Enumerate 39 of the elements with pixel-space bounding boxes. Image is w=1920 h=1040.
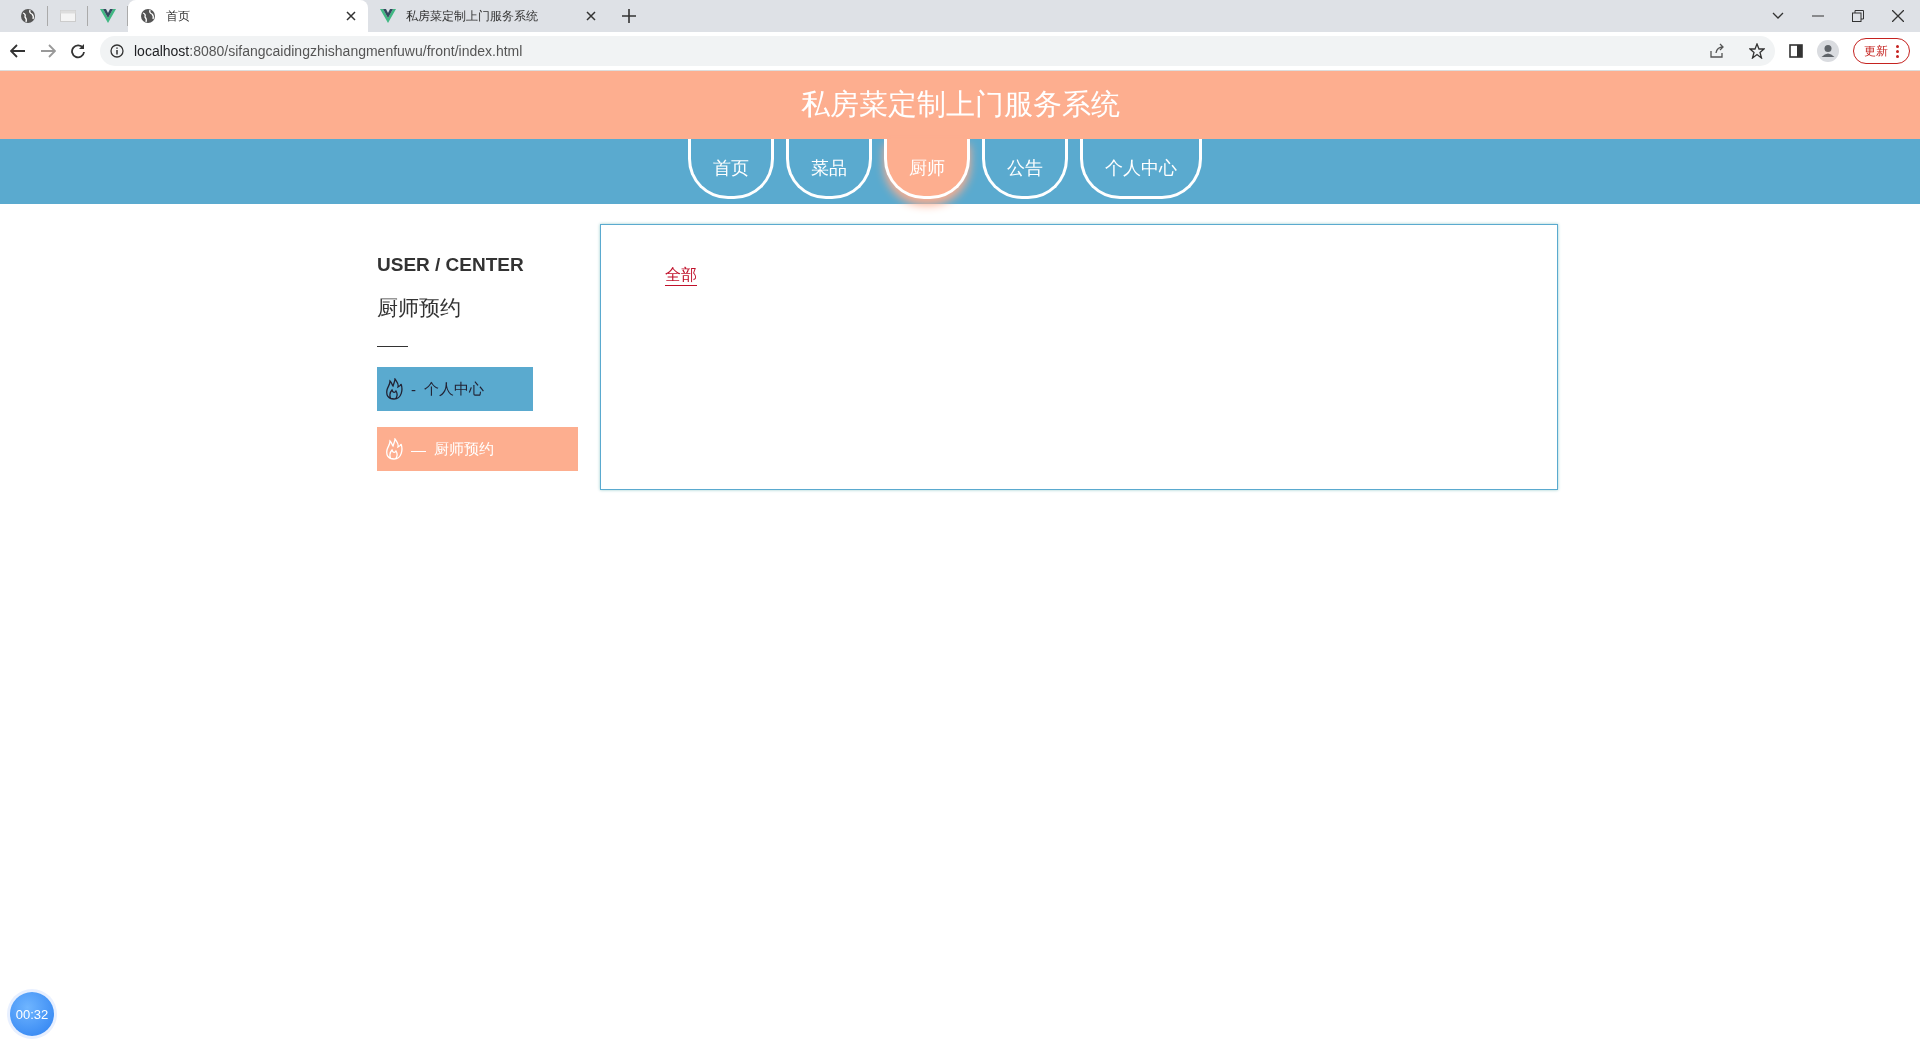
- timer-badge: 00:32: [10, 992, 54, 1036]
- url-text: localhost:8080/sifangcaidingzhishangmenfuwu/front/index.html: [134, 43, 523, 59]
- v-logo-icon: [99, 9, 116, 23]
- plus-icon[interactable]: [622, 9, 636, 23]
- sidebar-label: 厨师预约: [434, 439, 494, 459]
- restore-icon[interactable]: [1852, 10, 1864, 22]
- flame-icon: [385, 378, 403, 400]
- flame-icon: [385, 438, 403, 460]
- sidebar-label: 个人中心: [424, 379, 484, 399]
- tab-title: 私房菜定制上门服务系统: [406, 7, 539, 25]
- back-arrow-icon[interactable]: [10, 44, 26, 58]
- dash-mark: —: [411, 440, 426, 458]
- share-icon[interactable]: [1709, 43, 1725, 59]
- close-icon[interactable]: [346, 11, 356, 21]
- filter-link[interactable]: 全部: [665, 266, 697, 286]
- dash-mark: -: [411, 380, 416, 398]
- chevron-down-icon[interactable]: [1772, 12, 1784, 20]
- side-panel-icon[interactable]: [1789, 44, 1803, 58]
- close-icon[interactable]: [1892, 10, 1904, 22]
- info-icon: [110, 44, 124, 58]
- section-subtitle: 厨师预约: [377, 295, 462, 321]
- profile-icon[interactable]: [1817, 40, 1839, 62]
- address-bar[interactable]: localhost:8080/sifangcaidingzhishangmenfuwu/front/index.html: [100, 36, 1775, 66]
- section-heading: USER / CENTER: [377, 254, 525, 276]
- globe-icon: [19, 8, 36, 24]
- site-title: 私房菜定制上门服务系统: [800, 87, 1120, 122]
- page-icon: [59, 10, 76, 22]
- v-logo-icon: [380, 9, 396, 23]
- star-icon[interactable]: [1749, 43, 1765, 59]
- more-vertical-icon: [1896, 44, 1899, 58]
- browser-tab[interactable]: 私房菜定制上门服务系统: [368, 0, 608, 32]
- globe-icon: [140, 8, 156, 24]
- browser-tab[interactable]: 首页: [128, 0, 368, 32]
- sidebar-item[interactable]: - 个人中心: [377, 367, 533, 411]
- update-button[interactable]: 更新: [1853, 38, 1910, 64]
- reload-icon[interactable]: [70, 43, 86, 59]
- forward-arrow-icon[interactable]: [40, 44, 56, 58]
- tab-title: 首页: [166, 7, 191, 25]
- close-icon[interactable]: [586, 11, 596, 21]
